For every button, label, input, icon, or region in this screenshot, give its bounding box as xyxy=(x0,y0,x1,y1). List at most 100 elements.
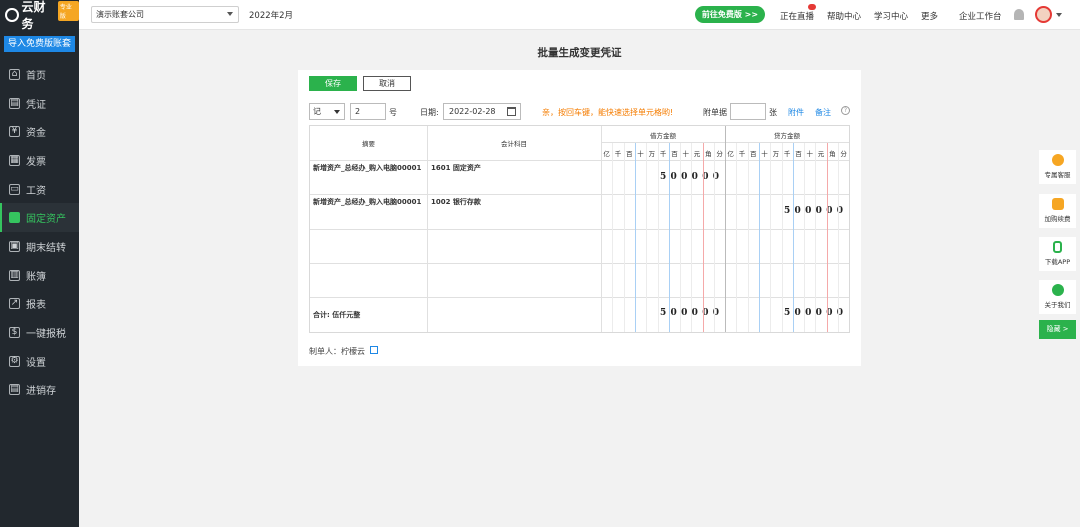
import-free-account-button[interactable]: 导入免费版账套 xyxy=(4,36,75,52)
enterprise-workbench-link[interactable]: 企业工作台 xyxy=(959,10,1002,22)
sidebar-item-0[interactable]: ⌂ 首页 xyxy=(0,60,79,89)
digit-header: 千 xyxy=(738,150,746,158)
help-icon[interactable]: ? xyxy=(841,106,850,115)
float-label: 关于我们 xyxy=(1044,301,1071,309)
voucher-word-value: 记 xyxy=(313,107,321,116)
sidebar-item-1[interactable]: ▤ 凭证 xyxy=(0,89,79,118)
digit-header: 角 xyxy=(829,150,836,158)
float-label: 下载APP xyxy=(1044,258,1071,266)
row2-summary[interactable]: 新增资产_总经办_购入电脑00001 xyxy=(313,197,421,207)
sidebar-item-label: 设置 xyxy=(26,357,46,369)
digit-header: 分 xyxy=(716,150,723,158)
headset-icon xyxy=(1051,154,1064,166)
learning-center-link[interactable]: 学习中心 xyxy=(874,10,908,22)
company-select[interactable]: 演示账套公司 xyxy=(91,6,239,23)
attachment-count-label: 附单据 xyxy=(703,108,727,117)
chart-icon: ↗ xyxy=(9,298,20,310)
home-icon: ⌂ xyxy=(9,68,20,80)
help-center-link[interactable]: 帮助中心 xyxy=(827,10,861,22)
chevron-down-icon xyxy=(227,12,233,16)
date-label: 日期: xyxy=(420,108,439,117)
digit-header: 角 xyxy=(705,150,712,158)
bell-icon[interactable] xyxy=(1014,9,1024,20)
date-input[interactable]: 2022-02-28 xyxy=(443,103,521,120)
row-divider xyxy=(310,194,849,195)
voucher-icon: ▤ xyxy=(9,97,20,109)
sidebar-item-label: 凭证 xyxy=(26,99,46,111)
account-header: 会计科目 xyxy=(501,140,527,148)
sidebar: 云财务 专业版 导入免费版账套 ⌂ 首页 ▤ 凭证 ¥ 资金 ▦ 发票 ▭ 工资 固定资产 ▣ 期末结转… xyxy=(0,0,79,527)
sidebar-item-9[interactable]: $ 一键报税 xyxy=(0,318,79,347)
digit-divider xyxy=(770,143,772,332)
gear-icon: ⚙ xyxy=(9,355,20,367)
sidebar-item-8[interactable]: ↗ 报表 xyxy=(0,290,79,319)
row1-account[interactable]: 1601 固定资产 xyxy=(431,163,481,173)
logo[interactable]: 云财务 专业版 xyxy=(0,0,79,31)
save-button[interactable]: 保存 xyxy=(309,76,357,91)
live-link[interactable]: 正在直播 xyxy=(780,10,814,22)
current-period: 2022年2月 xyxy=(249,11,294,21)
total-label: 合计: 伍仟元整 xyxy=(313,311,361,319)
sidebar-item-7[interactable]: ▥ 账簿 xyxy=(0,261,79,290)
renew-button[interactable]: 加购续费 xyxy=(1039,194,1076,228)
attachment-count-input[interactable] xyxy=(730,103,766,120)
attachment-link[interactable]: 附件 xyxy=(788,107,804,118)
voucher-grid: 摘要 会计科目 借方金额 贷方金额 新增资产_总经办_购入电脑00001 160… xyxy=(309,125,850,333)
fund-icon: ¥ xyxy=(9,126,20,138)
calendar-icon: ▣ xyxy=(9,240,20,252)
digit-header: 亿 xyxy=(603,150,610,158)
digit-divider xyxy=(680,143,682,332)
invoice-icon: ▦ xyxy=(9,154,20,166)
phone-icon xyxy=(1053,241,1062,253)
chevron-down-icon[interactable] xyxy=(1056,13,1062,17)
calendar-icon[interactable] xyxy=(507,107,516,116)
cancel-button[interactable]: 取消 xyxy=(363,76,411,91)
go-free-version-button[interactable]: 前往免费版 >> xyxy=(695,6,765,23)
digit-header: 千 xyxy=(659,150,667,158)
sidebar-item-label: 资金 xyxy=(26,128,46,140)
sidebar-item-3[interactable]: ▦ 发票 xyxy=(0,146,79,175)
sidebar-item-11[interactable]: ▤ 进销存 xyxy=(0,376,79,405)
download-app-button[interactable]: 下载APP xyxy=(1039,237,1076,271)
number-suffix-label: 号 xyxy=(389,108,397,117)
sidebar-item-5[interactable]: 固定资产 xyxy=(0,203,79,233)
sidebar-item-2[interactable]: ¥ 资金 xyxy=(0,117,79,146)
more-menu[interactable]: 更多 xyxy=(921,10,938,22)
voucher-word-select[interactable]: 记 xyxy=(309,103,345,120)
digit-header: 元 xyxy=(817,150,825,158)
digit-divider xyxy=(792,143,794,332)
sidebar-item-label: 期末结转 xyxy=(26,242,66,254)
digit-header: 千 xyxy=(614,150,622,158)
row2-account[interactable]: 1002 银行存款 xyxy=(431,197,481,207)
digit-divider xyxy=(646,143,648,332)
edit-icon[interactable] xyxy=(370,346,378,354)
row1-summary[interactable]: 新增资产_总经办_购入电脑00001 xyxy=(313,163,421,173)
asset-icon xyxy=(9,212,20,224)
row-divider xyxy=(310,160,849,161)
page-title: 批量生成变更凭证 xyxy=(537,47,622,59)
about-us-button[interactable]: 关于我们 xyxy=(1039,280,1076,314)
digit-header: 十 xyxy=(637,150,644,158)
sidebar-item-label: 账簿 xyxy=(26,271,46,283)
digit-divider xyxy=(657,143,659,332)
keyboard-tip: 亲，按回车键，能快速选择单元格哟! xyxy=(542,108,674,117)
top-header: 演示账套公司 2022年2月 前往免费版 >> 正在直播 帮助中心 学习中心 更… xyxy=(79,0,1080,30)
digit-divider xyxy=(838,143,839,332)
note-link[interactable]: 备注 xyxy=(815,107,831,118)
digit-header: 百 xyxy=(625,150,633,158)
voucher-card: 保存 取消 记 2 号 日期: 2022-02-28 亲，按回车键，能快速选择单… xyxy=(298,70,861,366)
tax-icon: $ xyxy=(9,327,20,339)
digit-divider xyxy=(815,143,817,332)
digit-header: 分 xyxy=(840,150,847,158)
avatar[interactable] xyxy=(1035,6,1052,23)
column-divider xyxy=(427,126,428,332)
sidebar-item-label: 发票 xyxy=(26,156,46,168)
summary-header: 摘要 xyxy=(362,140,375,148)
row-divider xyxy=(310,263,849,264)
exclusive-service-button[interactable]: 专属客服 xyxy=(1039,150,1076,184)
sidebar-item-4[interactable]: ▭ 工资 xyxy=(0,175,79,204)
sidebar-item-6[interactable]: ▣ 期末结转 xyxy=(0,232,79,261)
hide-float-bar-button[interactable]: 隐藏 > xyxy=(1039,320,1076,339)
sidebar-item-10[interactable]: ⚙ 设置 xyxy=(0,347,79,376)
voucher-number-input[interactable]: 2 xyxy=(350,103,386,120)
